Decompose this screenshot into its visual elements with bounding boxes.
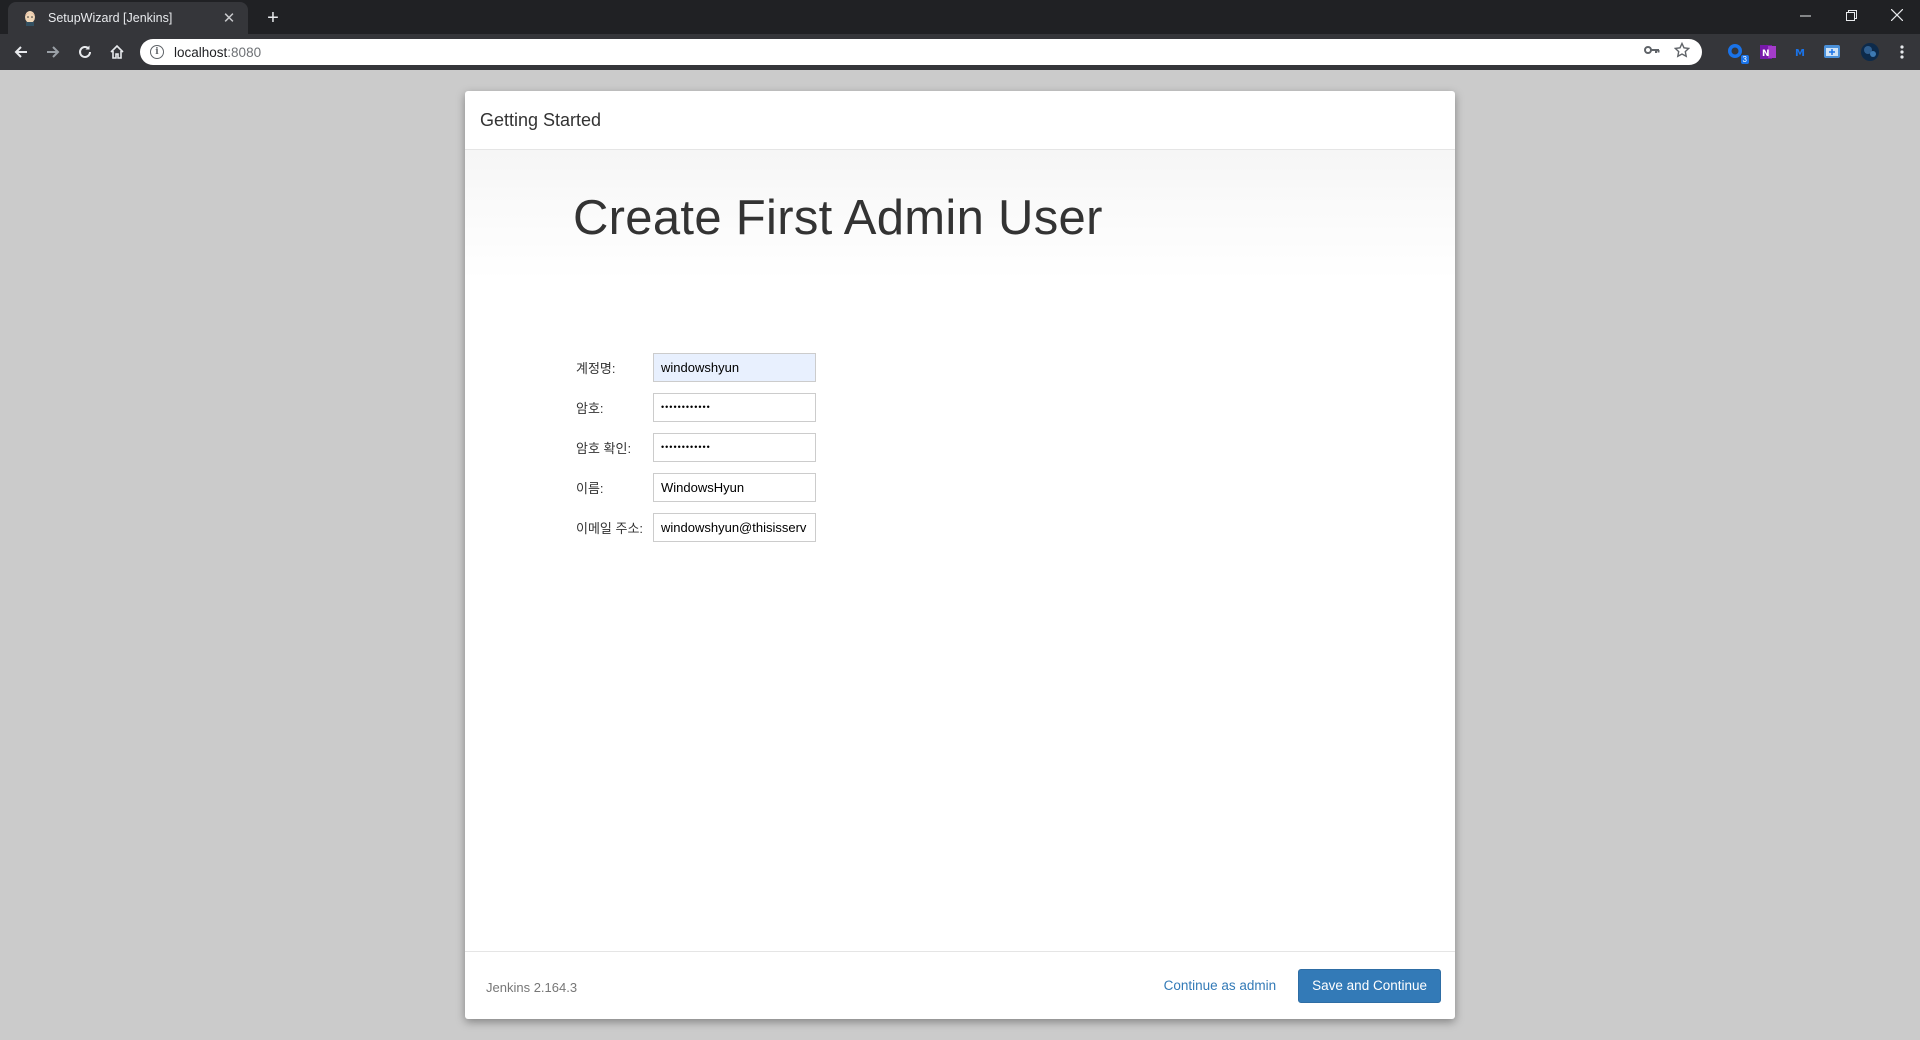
email-row: 이메일 주소: bbox=[576, 512, 816, 542]
window-controls bbox=[1782, 0, 1920, 30]
password-label: 암호: bbox=[576, 400, 604, 416]
username-input[interactable] bbox=[653, 352, 816, 382]
password-row: 암호: bbox=[576, 392, 816, 422]
continue-as-admin-button[interactable]: Continue as admin bbox=[1164, 978, 1277, 993]
browser-toolbar: i localhost:8080 3 N M bbox=[0, 34, 1920, 70]
email-label: 이메일 주소: bbox=[576, 520, 644, 536]
dialog-footer: Jenkins 2.164.3 Continue as admin Save a… bbox=[465, 951, 1455, 1019]
tab-close-icon[interactable]: ✕ bbox=[220, 9, 238, 27]
tab-title: SetupWizard [Jenkins] bbox=[48, 11, 173, 25]
minimize-icon[interactable] bbox=[1782, 0, 1828, 30]
username-label: 계정명: bbox=[576, 360, 616, 376]
dialog-header: Getting Started bbox=[465, 91, 1455, 150]
fullname-input[interactable] bbox=[653, 472, 816, 502]
reload-icon[interactable] bbox=[72, 39, 98, 65]
close-window-icon[interactable] bbox=[1874, 0, 1920, 30]
key-icon[interactable] bbox=[1644, 43, 1660, 61]
password-input[interactable] bbox=[653, 392, 816, 422]
restore-icon[interactable] bbox=[1828, 0, 1874, 30]
confirm-password-row: 암호 확인: bbox=[576, 432, 816, 462]
new-tab-icon[interactable]: + bbox=[260, 5, 286, 31]
extensions-area: 3 N M bbox=[1714, 34, 1920, 70]
extension-badge: 3 bbox=[1740, 55, 1749, 64]
fullname-label: 이름: bbox=[576, 480, 604, 496]
screenshot-extension-icon[interactable] bbox=[1822, 42, 1842, 62]
site-info-icon[interactable]: i bbox=[150, 45, 164, 59]
forward-arrow-icon[interactable] bbox=[40, 39, 66, 65]
confirm-password-label: 암호 확인: bbox=[576, 440, 632, 456]
confirm-password-input[interactable] bbox=[653, 432, 816, 462]
dialog-header-title: Getting Started bbox=[480, 109, 602, 130]
bookmark-star-icon[interactable] bbox=[1673, 41, 1691, 63]
address-bar[interactable]: i localhost:8080 bbox=[140, 39, 1702, 65]
jenkins-version: Jenkins 2.164.3 bbox=[486, 979, 578, 995]
onenote-extension-icon[interactable]: N bbox=[1758, 42, 1778, 62]
svg-text:M: M bbox=[1795, 48, 1805, 59]
chrome-menu-icon[interactable] bbox=[1892, 42, 1912, 62]
browser-tab-bar: SetupWizard [Jenkins] ✕ + bbox=[0, 0, 1920, 34]
browser-tab[interactable]: SetupWizard [Jenkins] ✕ bbox=[8, 2, 248, 34]
page-title: Create First Admin User bbox=[573, 191, 1103, 245]
username-row: 계정명: bbox=[576, 352, 816, 382]
home-icon[interactable] bbox=[104, 39, 130, 65]
dialog-body: Create First Admin User 계정명: 암호: 암호 확인: … bbox=[465, 150, 1455, 951]
email-input[interactable] bbox=[653, 512, 816, 542]
svg-text:N: N bbox=[1762, 49, 1770, 59]
fullname-row: 이름: bbox=[576, 472, 816, 502]
save-and-continue-button[interactable]: Save and Continue bbox=[1298, 968, 1441, 1003]
m-extension-icon[interactable]: M bbox=[1790, 42, 1810, 62]
setup-wizard-dialog: Getting Started Create First Admin User … bbox=[465, 91, 1455, 1019]
profile-avatar-icon[interactable] bbox=[1860, 42, 1880, 62]
jenkins-favicon-icon bbox=[22, 10, 38, 26]
sync-extension-icon[interactable]: 3 bbox=[1726, 42, 1749, 64]
url-text: localhost:8080 bbox=[174, 44, 262, 60]
back-arrow-icon[interactable] bbox=[8, 39, 34, 65]
